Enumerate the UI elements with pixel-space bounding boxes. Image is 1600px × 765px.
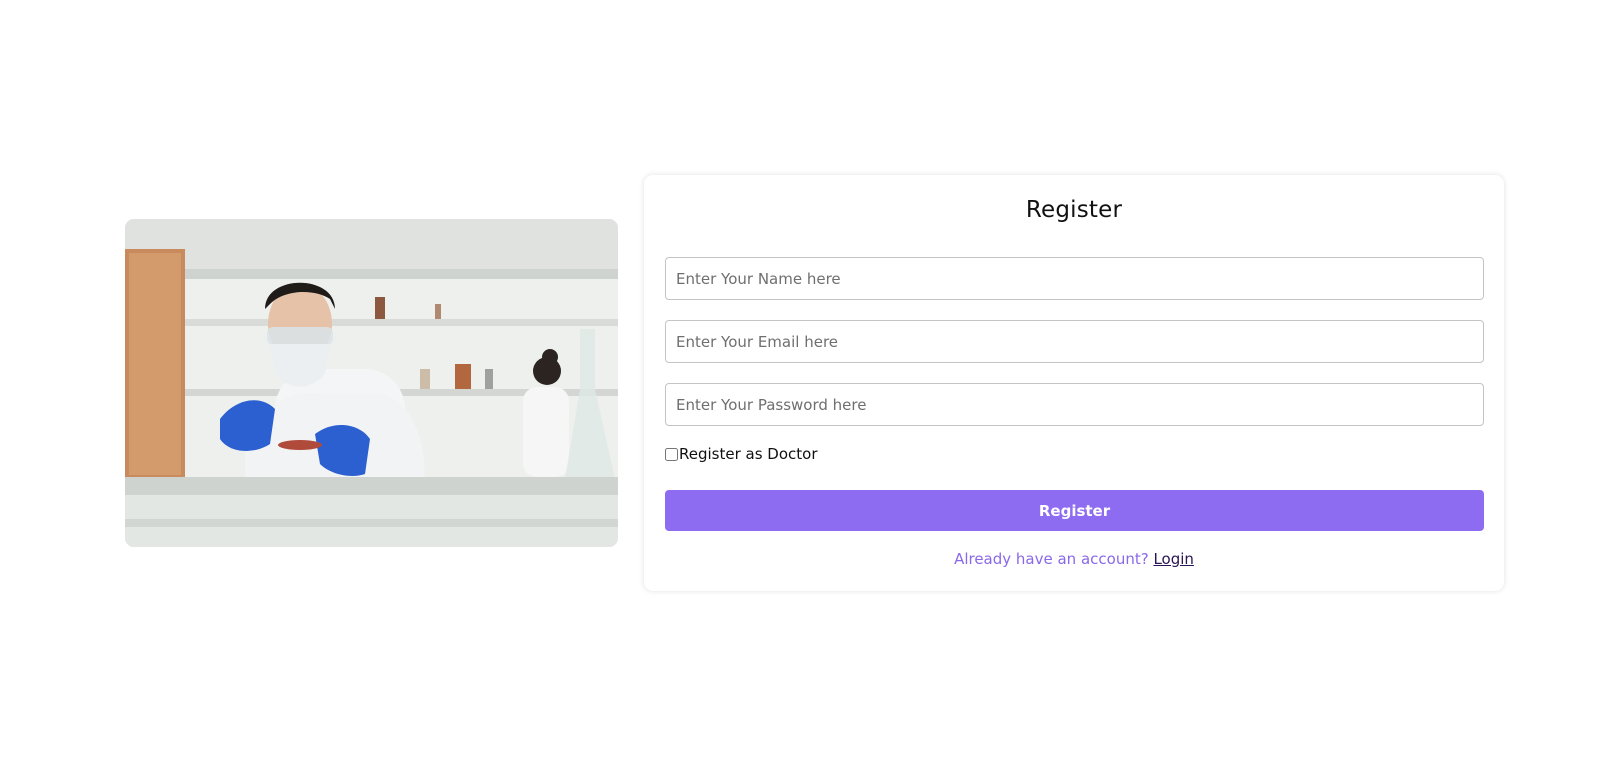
register-button[interactable]: Register — [665, 490, 1484, 531]
doctor-checkbox-label[interactable]: Register as Doctor — [679, 445, 818, 463]
doctor-checkbox[interactable] — [665, 447, 678, 461]
login-link[interactable]: Login — [1153, 550, 1193, 568]
name-input[interactable] — [665, 257, 1484, 300]
register-page: Register Register as Doctor Register Alr… — [0, 0, 1600, 765]
lab-scientist-photo-icon — [125, 219, 618, 547]
register-card: Register Register as Doctor Register Alr… — [644, 175, 1504, 591]
password-input[interactable] — [665, 383, 1484, 426]
email-input[interactable] — [665, 320, 1484, 363]
register-title: Register — [1025, 197, 1123, 223]
login-prompt-text: Already have an account? — [954, 550, 1154, 568]
lab-photo — [125, 219, 618, 547]
doctor-option: Register as Doctor — [665, 444, 818, 464]
login-prompt: Already have an account? Login — [644, 550, 1504, 568]
